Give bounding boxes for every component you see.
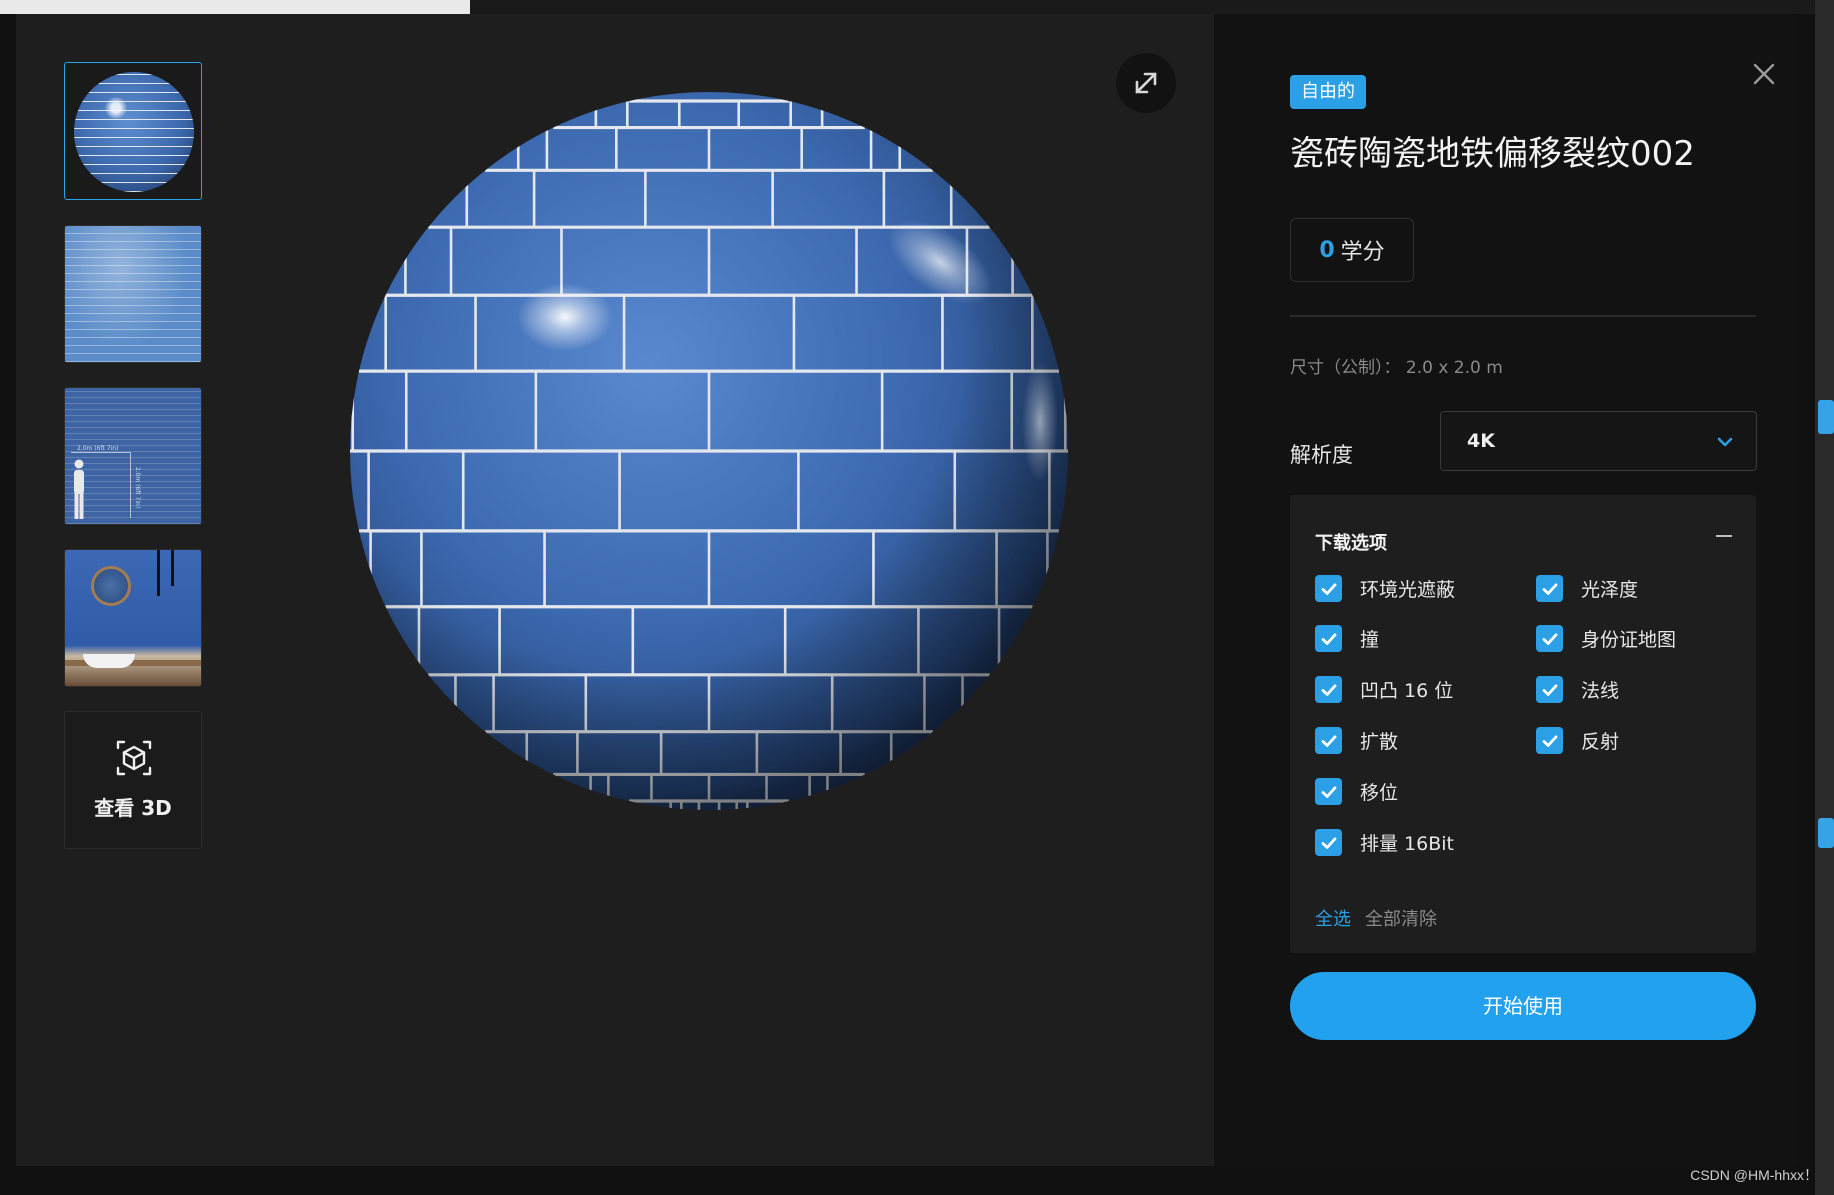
- option-displacement-16bit[interactable]: 排量 16Bit: [1315, 829, 1454, 856]
- clear-all-link[interactable]: 全部清除: [1365, 905, 1437, 931]
- cube-3d-icon: [116, 740, 152, 776]
- collapse-minus-icon[interactable]: [1716, 535, 1732, 537]
- asset-modal: 2.0m (6ft 7in) 2.0m (6ft 7in) 查看 3D 自由的 …: [16, 14, 1798, 1166]
- checkbox-checked-icon[interactable]: [1536, 727, 1563, 754]
- thumbnail-room[interactable]: [64, 549, 202, 687]
- background-accent: [1818, 400, 1834, 434]
- resolution-select[interactable]: 4K: [1440, 411, 1757, 471]
- checkbox-checked-icon[interactable]: [1315, 575, 1342, 602]
- checkbox-checked-icon[interactable]: [1536, 575, 1563, 602]
- download-options-title: 下载选项: [1315, 533, 1387, 554]
- option-glossiness[interactable]: 光泽度: [1536, 575, 1638, 602]
- view-3d-button[interactable]: 查看 3D: [64, 711, 202, 849]
- flat-texture-preview: [65, 226, 201, 362]
- option-label: 排量 16Bit: [1360, 833, 1454, 855]
- option-ambient-occlusion[interactable]: 环境光遮蔽: [1315, 575, 1455, 602]
- option-label: 撞: [1360, 629, 1380, 651]
- fullscreen-button[interactable]: [1116, 53, 1176, 113]
- option-label: 身份证地图: [1581, 629, 1677, 651]
- asset-viewer: 2.0m (6ft 7in) 2.0m (6ft 7in) 查看 3D: [16, 14, 1214, 1166]
- sink-shape: [83, 654, 135, 668]
- thumbnail-sphere[interactable]: [64, 62, 202, 200]
- background-accent: [1818, 818, 1834, 848]
- checkbox-checked-icon[interactable]: [1315, 727, 1342, 754]
- download-options-panel: 下载选项 环境光遮蔽 撞 凹凸 16 位 扩散 移位 排量 16Bit 光泽度 …: [1290, 495, 1756, 953]
- option-diffuse[interactable]: 扩散: [1315, 727, 1398, 754]
- watermark: CSDN @HM-hhxx！: [1690, 1167, 1818, 1183]
- material-sphere-preview[interactable]: [350, 92, 1068, 810]
- checkbox-checked-icon[interactable]: [1536, 625, 1563, 652]
- option-label: 法线: [1581, 680, 1620, 702]
- credits-unit: 学分: [1340, 240, 1385, 265]
- credits-value: 0: [1319, 237, 1335, 263]
- resolution-value: 4K: [1467, 430, 1495, 452]
- option-id-map[interactable]: 身份证地图: [1536, 625, 1676, 652]
- human-silhouette-icon: [74, 459, 84, 519]
- asset-dimensions: 尺寸（公制）： 2.0 x 2.0 m: [1290, 358, 1503, 378]
- asset-details-panel: 自由的 瓷砖陶瓷地铁偏移裂纹002 0 学分 尺寸（公制）： 2.0 x 2.0…: [1214, 14, 1798, 1166]
- option-bump-16bit[interactable]: 凹凸 16 位: [1315, 676, 1453, 703]
- option-label: 环境光遮蔽: [1360, 579, 1456, 601]
- resolution-label: 解析度: [1290, 443, 1353, 467]
- option-displacement[interactable]: 移位: [1315, 778, 1398, 805]
- option-label: 反射: [1581, 731, 1620, 753]
- option-label: 移位: [1360, 782, 1399, 804]
- mirror-shape: [91, 566, 131, 606]
- sphere-preview: [74, 72, 194, 192]
- view-3d-label: 查看 3D: [94, 796, 172, 820]
- credits-price: 0 学分: [1290, 218, 1414, 282]
- divider: [1290, 315, 1756, 317]
- checkbox-checked-icon[interactable]: [1315, 829, 1342, 856]
- scale-preview: 2.0m (6ft 7in) 2.0m (6ft 7in): [65, 388, 201, 524]
- thumbnail-scale[interactable]: 2.0m (6ft 7in) 2.0m (6ft 7in): [64, 387, 202, 525]
- option-reflection[interactable]: 反射: [1536, 727, 1619, 754]
- option-bump[interactable]: 撞: [1315, 625, 1379, 652]
- background-topbar-dark: [470, 0, 1834, 14]
- checkbox-checked-icon[interactable]: [1315, 676, 1342, 703]
- select-all-link[interactable]: 全选: [1315, 905, 1351, 931]
- option-normal[interactable]: 法线: [1536, 676, 1619, 703]
- checkbox-checked-icon[interactable]: [1315, 778, 1342, 805]
- expand-arrows-icon: [1135, 72, 1157, 94]
- scale-label-vertical: 2.0m (6ft 7in): [134, 466, 142, 509]
- chevron-down-icon: [1717, 437, 1733, 447]
- material-sphere-image: [350, 92, 1068, 810]
- checkbox-checked-icon[interactable]: [1315, 625, 1342, 652]
- room-preview: [65, 550, 201, 686]
- asset-title: 瓷砖陶瓷地铁偏移裂纹002: [1290, 134, 1695, 174]
- scale-label-horizontal: 2.0m (6ft 7in): [77, 445, 119, 452]
- close-button[interactable]: [1749, 59, 1779, 89]
- get-started-button[interactable]: 开始使用: [1290, 972, 1756, 1040]
- thumbnail-flat-texture[interactable]: [64, 225, 202, 363]
- option-label: 光泽度: [1581, 579, 1639, 601]
- close-icon: [1753, 63, 1775, 85]
- background-right-strip: [1815, 0, 1834, 1195]
- pendant-lamp: [171, 550, 174, 586]
- checkbox-checked-icon[interactable]: [1536, 676, 1563, 703]
- free-badge: 自由的: [1290, 75, 1366, 109]
- option-label: 凹凸 16 位: [1360, 680, 1454, 702]
- option-label: 扩散: [1360, 731, 1399, 753]
- pendant-lamp: [157, 550, 160, 596]
